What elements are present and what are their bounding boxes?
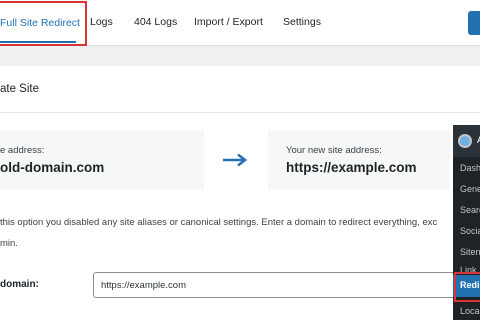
- section-divider: [0, 112, 480, 113]
- redirects-highlight-box: [454, 272, 480, 302]
- arrow-right-icon: [223, 153, 248, 167]
- tab-settings[interactable]: Settings: [283, 16, 321, 28]
- new-site-value: https://example.com: [286, 160, 417, 175]
- tab-import-export[interactable]: Import / Export: [194, 16, 263, 28]
- sidebar-item-general[interactable]: Gene: [460, 184, 480, 194]
- tab-404-logs[interactable]: 404 Logs: [134, 16, 177, 28]
- new-site-label: Your new site address:: [286, 145, 382, 156]
- domain-input[interactable]: [93, 272, 465, 298]
- top-navigation: Full Site Redirect Logs 404 Logs Import …: [0, 0, 480, 46]
- old-site-value: old-domain.com: [0, 160, 105, 175]
- domain-field-label: domain:: [0, 279, 39, 290]
- sidebar-item-dashboard[interactable]: Dash: [460, 163, 480, 173]
- sidebar-item-search[interactable]: Searc: [460, 205, 480, 215]
- tab-full-site-redirect[interactable]: Full Site Redirect: [0, 1, 87, 46]
- active-tab-underline: [0, 41, 76, 43]
- wp-sidebar-header[interactable]: A: [453, 125, 480, 157]
- old-site-label: e address:: [0, 145, 45, 156]
- wordpress-logo-icon: [458, 134, 472, 148]
- redirect-description: this option you disabled any site aliase…: [0, 217, 438, 249]
- tab-full-site-redirect-label: Full Site Redirect: [0, 17, 80, 29]
- sidebar-item-local[interactable]: Loca: [460, 306, 480, 316]
- old-site-card: e address: old-domain.com: [0, 130, 204, 190]
- primary-action-button[interactable]: [468, 11, 480, 35]
- tab-logs[interactable]: Logs: [90, 16, 113, 28]
- new-site-card: Your new site address: https://example.c…: [268, 130, 450, 190]
- section-title: ate Site: [0, 83, 39, 95]
- sidebar-item-sitemap[interactable]: Siten: [460, 247, 480, 257]
- sidebar-item-social[interactable]: Socia: [460, 226, 480, 236]
